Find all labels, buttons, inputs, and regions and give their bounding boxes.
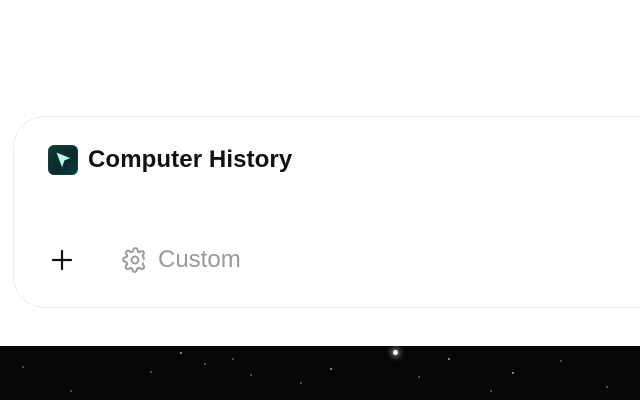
page-title: Computer History <box>88 146 293 173</box>
custom-label: Custom <box>158 246 241 273</box>
page: Computer History Custom <box>0 0 640 400</box>
gear-icon <box>122 247 145 273</box>
plus-icon <box>51 249 73 271</box>
card-header: Computer History <box>48 144 292 176</box>
card-actions: Custom <box>48 246 241 274</box>
custom-button[interactable]: Custom <box>122 247 241 273</box>
app-logo-icon <box>48 145 78 175</box>
add-button[interactable] <box>48 246 76 274</box>
starfield-background <box>0 346 640 400</box>
